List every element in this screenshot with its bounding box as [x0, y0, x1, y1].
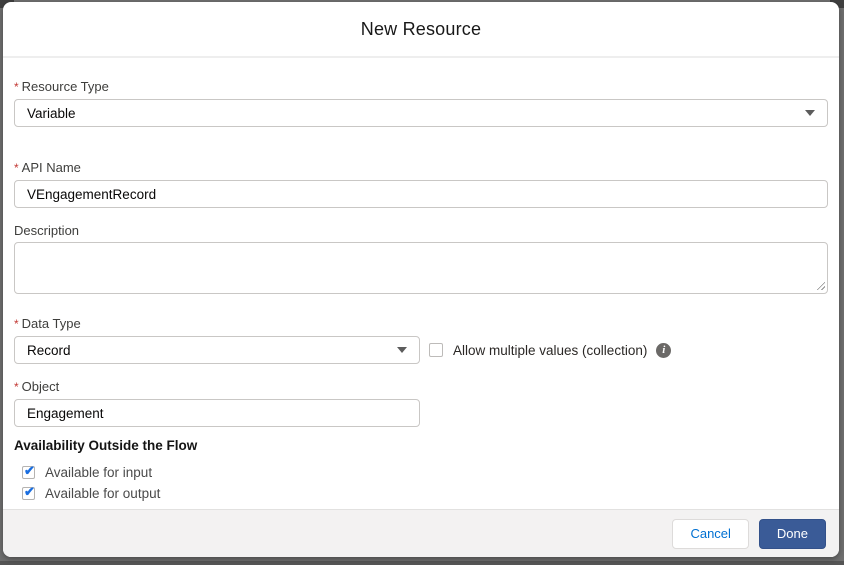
data-type-field: *Data Type Record ✔ Allow multiple value… [14, 316, 828, 364]
api-name-field: * API Name [14, 160, 828, 208]
required-asterisk: * [14, 161, 19, 175]
description-field: Description [14, 223, 828, 294]
chevron-down-icon [805, 110, 815, 116]
available-for-input-label: Available for input [45, 465, 153, 480]
availability-section: Availability Outside the Flow ✔ Availabl… [14, 438, 828, 504]
done-button[interactable]: Done [758, 518, 826, 549]
availability-heading: Availability Outside the Flow [14, 438, 198, 453]
object-label: * Object [14, 379, 828, 395]
allow-multiple-label: Allow multiple values (collection) [453, 342, 648, 358]
available-for-output-checkbox[interactable]: ✔ Available for output [22, 483, 828, 504]
dialog-header: New Resource [3, 2, 839, 58]
dialog-body: *Resource Type Variable *API Name Descri… [3, 79, 839, 504]
required-asterisk: * [14, 80, 19, 94]
api-name-input[interactable] [14, 180, 828, 208]
resource-type-label-text: Resource Type [21, 79, 109, 94]
check-icon: ✔ [24, 463, 35, 478]
dialog-title: New Resource [360, 18, 482, 39]
resource-type-combobox[interactable]: Variable [14, 99, 828, 127]
description-label-text: Description [14, 223, 80, 238]
data-type-label: * Data Type [14, 316, 828, 332]
api-name-label: * API Name [14, 160, 828, 176]
available-for-input-checkbox[interactable]: ✔ Available for input [22, 462, 828, 483]
backdrop-shadow [0, 561, 844, 565]
object-label-text: Object [21, 379, 60, 394]
allow-multiple-checkbox[interactable]: ✔ Allow multiple values (collection) [429, 343, 647, 358]
required-asterisk: * [14, 380, 19, 394]
description-textarea-wrap [14, 242, 828, 294]
chevron-down-icon [397, 347, 407, 353]
checkbox-box[interactable]: ✔ [429, 343, 443, 357]
checkbox-box[interactable]: ✔ [22, 484, 35, 500]
description-textarea[interactable] [14, 242, 828, 294]
resource-type-value: Variable [27, 105, 76, 121]
info-icon[interactable]: i [656, 342, 672, 358]
data-type-value: Record [27, 342, 71, 358]
data-type-label-text: Data Type [21, 316, 81, 331]
cancel-button[interactable]: Cancel [672, 518, 749, 549]
available-for-output-label: Available for output [45, 486, 161, 501]
dialog-footer: Cancel Done [3, 509, 839, 557]
required-asterisk: * [14, 317, 19, 331]
resource-type-label: * Resource Type [14, 79, 828, 95]
resource-type-field: * Resource Type Variable [14, 79, 828, 127]
description-label: Description [14, 223, 828, 238]
object-input[interactable] [14, 399, 420, 427]
check-icon: ✔ [24, 484, 35, 499]
api-name-label-text: API Name [21, 160, 81, 175]
new-resource-dialog: New Resource * Resource Type Variable * AP… [3, 2, 839, 557]
data-type-combobox[interactable]: Record [14, 336, 420, 364]
object-field: * Object [14, 379, 828, 427]
checkbox-box[interactable]: ✔ [22, 463, 35, 479]
